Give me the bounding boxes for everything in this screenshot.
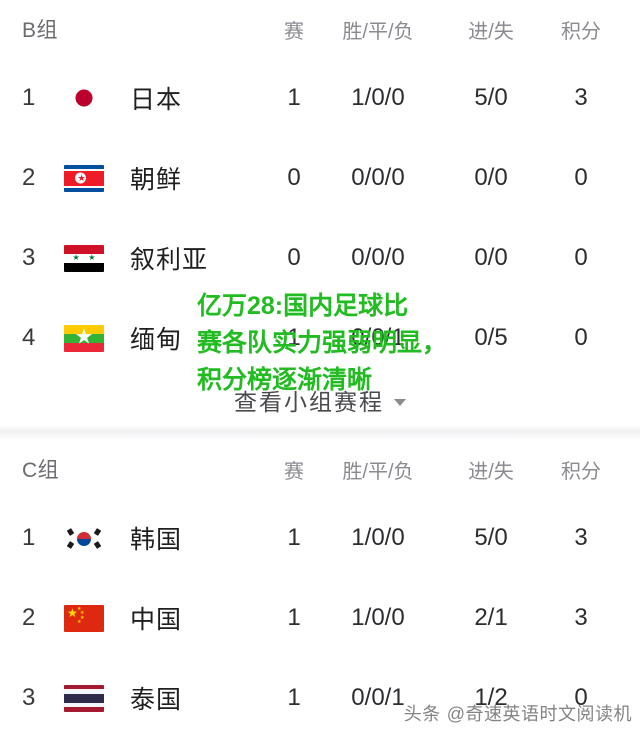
row-points: 0: [574, 164, 588, 191]
row-goals: 5/0: [474, 524, 508, 551]
row-rank: 1: [22, 84, 36, 111]
row-points: 0: [574, 244, 588, 271]
row-goals: 2/1: [474, 604, 508, 631]
row-team: 泰国: [130, 686, 183, 714]
row-team: 韩国: [130, 526, 183, 554]
column-header-goals: 进/失: [468, 20, 514, 43]
row-flag: ★: [64, 138, 116, 218]
row-points: 0: [574, 684, 588, 711]
row-team: 缅甸: [130, 326, 183, 354]
group-c-label: C组: [22, 459, 60, 482]
row-rank: 2: [22, 164, 36, 191]
row-wdl: 0/0/1: [351, 324, 405, 351]
view-group-schedule-button[interactable]: 查看小组赛程: [0, 378, 640, 422]
row-played: 1: [287, 84, 301, 111]
flag-thailand-icon: [64, 684, 104, 712]
column-header-points: 积分: [561, 460, 601, 483]
column-header-wdl: 胜/平/负: [342, 20, 414, 43]
row-wdl: 1/0/0: [351, 604, 405, 631]
group-b-label: B组: [22, 19, 59, 42]
row-points: 3: [574, 84, 588, 111]
group-c-header-row: C组 赛 胜/平/负 进/失 积分: [0, 440, 640, 498]
row-team: 日本: [130, 86, 183, 114]
column-header-goals: 进/失: [468, 460, 514, 483]
row-played: 1: [287, 604, 301, 631]
row-flag: ★ ★: [64, 218, 116, 298]
row-wdl: 0/0/0: [351, 164, 405, 191]
row-team: 叙利亚: [130, 246, 209, 274]
group-b-header-row: B组 赛 胜/平/负 进/失 积分: [0, 0, 640, 58]
group-card-b: B组 赛 胜/平/负 进/失 积分 1 日本 1 1/0/0 5/0 3 2 ★…: [0, 0, 640, 425]
row-goals: 0/0: [474, 244, 508, 271]
row-team: 中国: [130, 606, 183, 634]
row-rank: 2: [22, 604, 36, 631]
table-row[interactable]: 2 ★ ★ ★ ★ ★ 中国 1 1/0/0 2/1 3: [0, 578, 640, 658]
chevron-down-icon: [394, 398, 406, 406]
row-goals: 1/2: [474, 684, 508, 711]
row-team: 朝鲜: [130, 166, 183, 194]
row-points: 3: [574, 524, 588, 551]
row-flag: [64, 658, 116, 738]
column-header-points: 积分: [561, 20, 601, 43]
column-header-wdl: 胜/平/负: [342, 460, 414, 483]
row-wdl: 1/0/0: [351, 84, 405, 111]
table-row[interactable]: 2 ★ 朝鲜 0 0/0/0 0/0 0: [0, 138, 640, 218]
standings-screen: B组 赛 胜/平/负 进/失 积分 1 日本 1 1/0/0 5/0 3 2 ★…: [0, 0, 640, 734]
row-wdl: 0/0/0: [351, 244, 405, 271]
group-card-c: C组 赛 胜/平/负 进/失 积分 1 韩国 1 1/0/0 5/0 3 2 ★…: [0, 440, 640, 734]
column-header-played: 赛: [284, 460, 304, 483]
flag-north-korea-icon: ★: [64, 164, 104, 192]
row-rank: 3: [22, 244, 36, 271]
row-played: 1: [287, 524, 301, 551]
flag-south-korea-icon: [64, 524, 104, 552]
table-row[interactable]: 4 ★ 缅甸 1 0/0/1 0/5 0: [0, 298, 640, 378]
row-points: 3: [574, 604, 588, 631]
table-row[interactable]: 3 ★ ★ 叙利亚 0 0/0/0 0/0 0: [0, 218, 640, 298]
table-row[interactable]: 1 韩国 1 1/0/0 5/0 3: [0, 498, 640, 578]
row-goals: 5/0: [474, 84, 508, 111]
row-played: 0: [287, 164, 301, 191]
table-row[interactable]: 1 日本 1 1/0/0 5/0 3: [0, 58, 640, 138]
row-rank: 3: [22, 684, 36, 711]
flag-japan-icon: [64, 84, 104, 112]
row-flag: ★ ★ ★ ★ ★: [64, 578, 116, 658]
row-rank: 4: [22, 324, 36, 351]
row-goals: 0/0: [474, 164, 508, 191]
flag-myanmar-icon: ★: [64, 324, 104, 352]
column-header-played: 赛: [284, 20, 304, 43]
flag-syria-icon: ★ ★: [64, 244, 104, 272]
row-played: 1: [287, 324, 301, 351]
row-rank: 1: [22, 524, 36, 551]
view-group-schedule-label: 查看小组赛程: [234, 389, 384, 415]
row-wdl: 0/0/1: [351, 684, 405, 711]
row-wdl: 1/0/0: [351, 524, 405, 551]
row-played: 0: [287, 244, 301, 271]
group-separator: [0, 425, 640, 440]
table-row[interactable]: 3 泰国 1 0/0/1 1/2 0: [0, 658, 640, 738]
row-played: 1: [287, 684, 301, 711]
row-points: 0: [574, 324, 588, 351]
row-goals: 0/5: [474, 324, 508, 351]
row-flag: ★: [64, 298, 116, 378]
flag-china-icon: ★ ★ ★ ★ ★: [64, 604, 104, 632]
row-flag: [64, 58, 116, 138]
row-flag: [64, 498, 116, 578]
